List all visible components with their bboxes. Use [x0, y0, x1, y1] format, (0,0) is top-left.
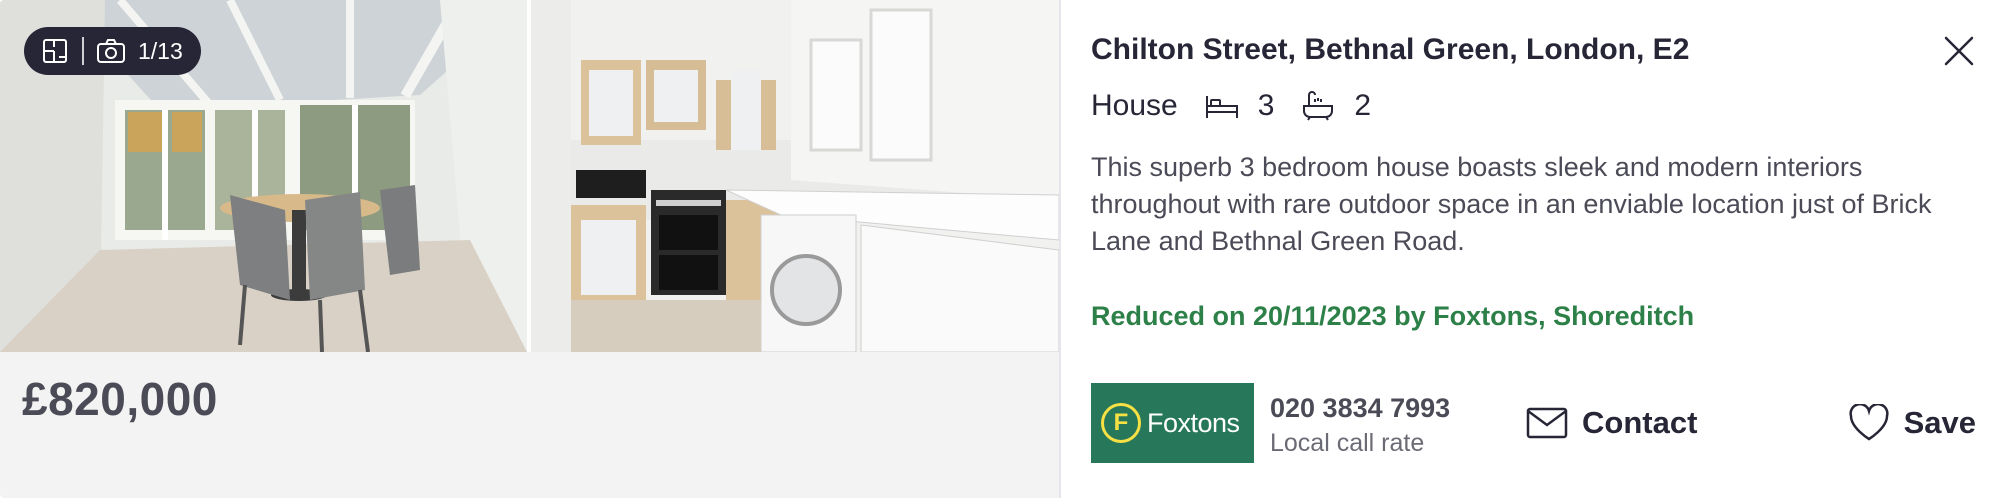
bedroom-count: 3 [1257, 89, 1275, 122]
listing-description: This superb 3 bedroom house boasts sleek… [1091, 152, 1932, 256]
agent-logo-text: Foxtons [1147, 407, 1240, 438]
contact-label: Contact [1582, 405, 1698, 440]
envelope-icon [1526, 407, 1568, 439]
close-icon[interactable] [1942, 34, 1976, 68]
property-card: 1/13 £820,000 Chilton Street, Bethnal Gr… [0, 0, 2002, 498]
reduced-notice: Reduced on 20/11/2023 by Foxtons, Shored… [1091, 301, 1695, 331]
kitchen-photo[interactable] [531, 0, 1059, 352]
save-button[interactable]: Save [1848, 400, 1976, 446]
bathroom-count: 2 [1354, 89, 1372, 122]
close-button[interactable] [1942, 34, 1976, 68]
floorplan-icon[interactable] [40, 36, 70, 66]
gallery-badge[interactable]: 1/13 [24, 27, 201, 75]
details-panel: Chilton Street, Bethnal Green, London, E… [1059, 0, 2002, 498]
agent-footer: F Foxtons 020 3834 7993 Local call rate … [1091, 383, 1976, 463]
listing-address[interactable]: Chilton Street, Bethnal Green, London, E… [1091, 33, 1689, 67]
bath-icon [1300, 88, 1336, 124]
agent-logo[interactable]: F Foxtons [1091, 383, 1254, 463]
agent-phone[interactable]: 020 3834 7993 [1270, 393, 1450, 424]
media-panel: 1/13 £820,000 [0, 0, 1059, 498]
bed-icon [1204, 88, 1240, 124]
photo-counter: 1/13 [138, 37, 183, 64]
photo-gallery[interactable]: 1/13 [0, 0, 1059, 352]
call-rate-note: Local call rate [1270, 429, 1425, 457]
property-type: House [1091, 89, 1178, 122]
camera-icon[interactable] [96, 36, 126, 66]
save-label: Save [1903, 405, 1976, 440]
property-features: House 3 2 [1091, 86, 1397, 126]
conservatory-dining-photo[interactable]: 1/13 [0, 0, 527, 352]
contact-button[interactable]: Contact [1526, 400, 1697, 446]
listing-price: £820,000 [22, 373, 218, 425]
badge-divider [82, 37, 84, 65]
heart-icon [1849, 404, 1889, 441]
agent-logo-mark: F [1101, 403, 1141, 443]
